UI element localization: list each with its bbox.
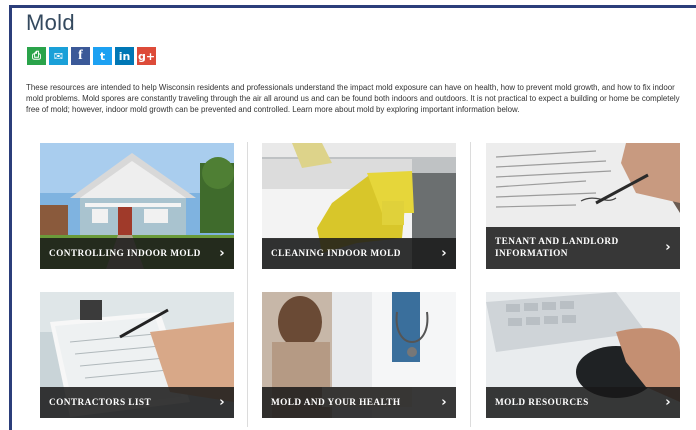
page-title: Mold bbox=[26, 10, 75, 35]
card-controlling-indoor-mold[interactable]: CONTROLLING INDOOR MOLD › bbox=[40, 143, 234, 269]
chevron-right-icon[interactable]: › bbox=[219, 247, 225, 260]
chevron-right-icon[interactable]: › bbox=[441, 247, 447, 260]
column-divider bbox=[470, 142, 471, 427]
chevron-right-icon[interactable]: › bbox=[219, 396, 225, 409]
card-caption: TENANT AND LANDLORD INFORMATION › bbox=[486, 227, 680, 269]
card-mold-resources[interactable]: MOLD RESOURCES › bbox=[486, 292, 680, 418]
column-divider bbox=[247, 142, 248, 427]
linkedin-icon[interactable]: in bbox=[115, 47, 134, 65]
print-icon[interactable]: ⎙ bbox=[27, 47, 46, 65]
card-caption: CONTRACTORS LIST › bbox=[40, 387, 234, 418]
card-caption: CONTROLLING INDOOR MOLD › bbox=[40, 238, 234, 269]
card-cleaning-indoor-mold[interactable]: CLEANING INDOOR MOLD › bbox=[262, 143, 456, 269]
chevron-right-icon[interactable]: › bbox=[665, 396, 671, 409]
card-tenant-landlord[interactable]: TENANT AND LANDLORD INFORMATION › bbox=[486, 143, 680, 269]
card-caption: CLEANING INDOOR MOLD › bbox=[262, 238, 456, 269]
google-plus-icon[interactable]: g+ bbox=[137, 47, 156, 65]
card-label: CONTROLLING INDOOR MOLD bbox=[49, 248, 201, 259]
facebook-icon[interactable]: f bbox=[71, 47, 90, 65]
chevron-right-icon[interactable]: › bbox=[441, 396, 447, 409]
card-mold-and-health[interactable]: MOLD AND YOUR HEALTH › bbox=[262, 292, 456, 418]
intro-text: These resources are intended to help Wis… bbox=[26, 83, 680, 115]
card-label: TENANT AND LANDLORD INFORMATION bbox=[495, 237, 619, 259]
email-icon[interactable]: ✉ bbox=[49, 47, 68, 65]
card-caption: MOLD AND YOUR HEALTH › bbox=[262, 387, 456, 418]
card-label: CLEANING INDOOR MOLD bbox=[271, 248, 401, 259]
card-caption: MOLD RESOURCES › bbox=[486, 387, 680, 418]
twitter-icon[interactable]: t bbox=[93, 47, 112, 65]
card-label: MOLD AND YOUR HEALTH bbox=[271, 397, 401, 408]
card-contractors-list[interactable]: CONTRACTORS LIST › bbox=[40, 292, 234, 418]
card-label: CONTRACTORS LIST bbox=[49, 397, 152, 408]
share-bar: ⎙ ✉ f t in g+ bbox=[27, 47, 156, 65]
card-label: MOLD RESOURCES bbox=[495, 397, 589, 408]
chevron-right-icon[interactable]: › bbox=[665, 241, 671, 254]
